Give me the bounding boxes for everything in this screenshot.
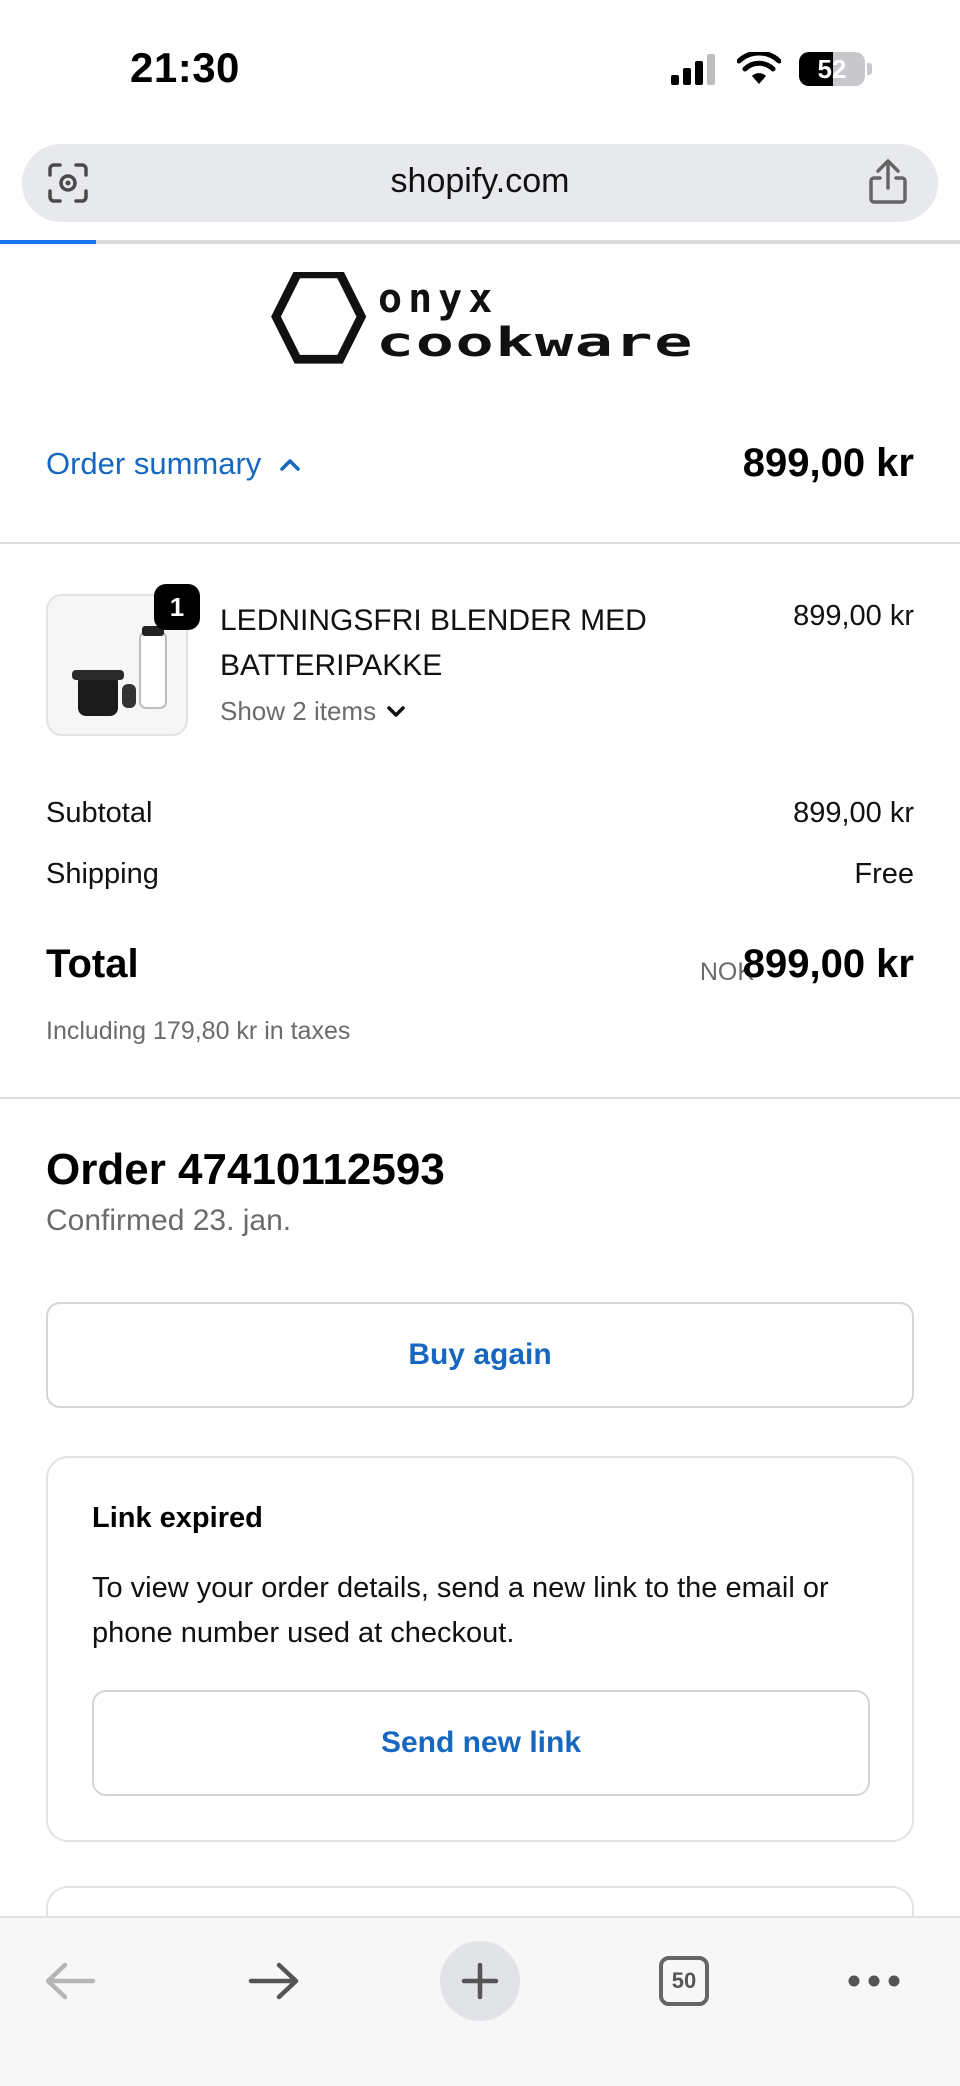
address-bar[interactable]: shopify.com — [22, 144, 938, 222]
page-load-progress-fill — [0, 240, 96, 244]
back-arrow-icon — [45, 1962, 96, 2000]
tabs-button[interactable]: 50 — [644, 1938, 724, 2024]
forward-button[interactable] — [234, 1938, 314, 2024]
back-button[interactable] — [30, 1938, 110, 2024]
status-bar: 21:30 52 — [0, 0, 960, 140]
send-new-link-button[interactable]: Send new link — [92, 1690, 870, 1796]
buy-again-button[interactable]: Buy again — [46, 1302, 914, 1408]
order-summary-label: Order summary — [46, 446, 262, 481]
logo-text-line1: onyx — [378, 276, 498, 322]
taxes-note: Including 179,80 kr in taxes — [46, 1017, 351, 1045]
order-confirmed-date: Confirmed 23. jan. — [46, 1204, 292, 1237]
page-load-progress — [0, 240, 960, 244]
tabs-icon: 50 — [659, 1956, 709, 2006]
link-expired-text: To view your order details, send a new l… — [92, 1572, 829, 1649]
product-price: 899,00 kr — [793, 600, 914, 632]
logo-text-line2: cookware — [376, 320, 694, 364]
quantity-badge: 1 — [154, 584, 200, 630]
chevron-down-icon — [387, 705, 405, 717]
more-button[interactable] — [834, 1938, 914, 2024]
wifi-icon — [737, 52, 781, 84]
product-name: LEDNINGSFRI BLENDER MED BATTERIPAKKE — [220, 604, 647, 682]
subtotal-value: 899,00 kr — [793, 797, 914, 829]
link-expired-title: Link expired — [92, 1502, 263, 1534]
shipping-value: Free — [854, 858, 914, 890]
chevron-up-icon — [280, 459, 301, 471]
battery-indicator: 52 — [799, 52, 865, 86]
total-value: 899,00 kr — [742, 942, 914, 986]
forward-arrow-icon — [248, 1962, 299, 2000]
order-number: Order 47410112593 — [46, 1145, 445, 1194]
new-tab-circle — [440, 1941, 520, 2021]
battery-tip — [867, 63, 872, 75]
link-expired-card: Link expired To view your order details,… — [46, 1456, 914, 1842]
more-icon — [848, 1975, 900, 1987]
new-tab-button[interactable] — [440, 1938, 520, 2024]
summary-total: 899,00 kr — [742, 441, 914, 485]
plus-icon — [461, 1962, 499, 2000]
share-icon[interactable] — [866, 158, 910, 206]
battery-level-text: 52 — [817, 53, 847, 84]
divider — [0, 542, 960, 544]
status-icons: 52 — [671, 52, 872, 86]
order-summary-toggle[interactable]: Order summary — [46, 446, 301, 482]
show-items-label: Show 2 items — [220, 696, 377, 726]
divider — [0, 1097, 960, 1099]
subtotal-label: Subtotal — [46, 797, 153, 829]
status-time: 21:30 — [130, 44, 240, 91]
checkout-page: 21:30 52 shopify.com onyx cookware Order… — [0, 0, 960, 2086]
total-label: Total — [46, 942, 139, 986]
show-items-toggle[interactable]: Show 2 items — [220, 696, 406, 727]
store-logo[interactable]: onyx cookware — [270, 272, 700, 364]
browser-toolbar: 50 — [0, 1916, 960, 2086]
shipping-label: Shipping — [46, 858, 159, 890]
url-text[interactable]: shopify.com — [22, 162, 938, 201]
logo-hexagon-icon — [271, 272, 367, 364]
cellular-signal-icon — [671, 54, 715, 85]
